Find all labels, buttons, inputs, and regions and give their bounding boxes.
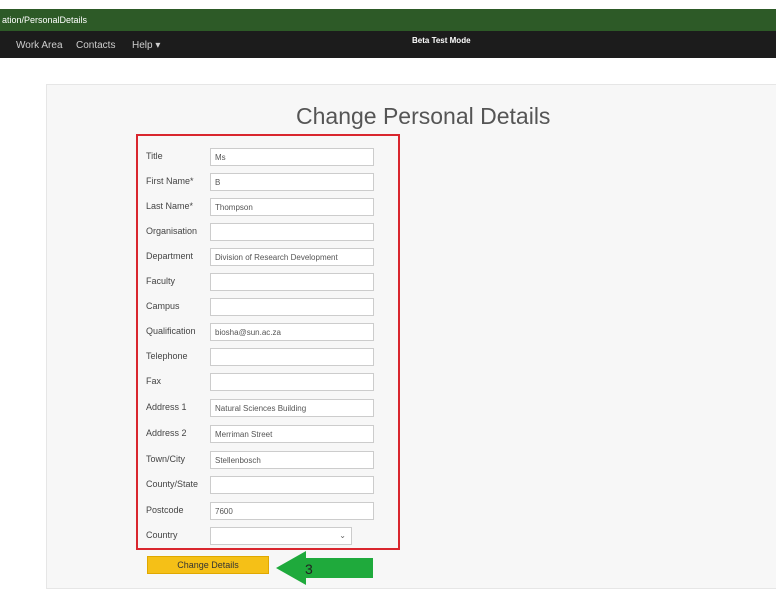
form-row-postcode: Postcode bbox=[146, 502, 376, 522]
form-row-campus: Campus bbox=[146, 298, 376, 318]
form-row-fax: Fax bbox=[146, 373, 376, 393]
field-label: Fax bbox=[146, 376, 162, 386]
field-label: County/State bbox=[146, 479, 199, 489]
arrow-left-icon bbox=[276, 551, 373, 585]
field-label: Address 1 bbox=[146, 402, 187, 412]
form-row-qualification: Qualification bbox=[146, 323, 376, 343]
beta-mode-label: Beta Test Mode bbox=[412, 36, 471, 45]
qualification-input[interactable] bbox=[210, 323, 374, 341]
address-1-input[interactable] bbox=[210, 399, 374, 417]
faculty-input[interactable] bbox=[210, 273, 374, 291]
field-label: Title bbox=[146, 151, 163, 161]
field-label: Department bbox=[146, 251, 194, 261]
postcode-input[interactable] bbox=[210, 502, 374, 520]
top-navbar: Work Area Contacts Help ▾ Beta Test Mode bbox=[0, 31, 776, 58]
telephone-input[interactable] bbox=[210, 348, 374, 366]
url-breadcrumb: ation/PersonalDetails bbox=[0, 9, 776, 31]
nav-help[interactable]: Help ▾ bbox=[132, 40, 160, 51]
form-row-country: Country ⌄ bbox=[146, 527, 376, 547]
title-input[interactable] bbox=[210, 148, 374, 166]
form-row-organisation: Organisation bbox=[146, 223, 376, 243]
form-row-department: Department bbox=[146, 248, 376, 268]
county-state-input[interactable] bbox=[210, 476, 374, 494]
form-row-address-1: Address 1 bbox=[146, 399, 376, 419]
fax-input[interactable] bbox=[210, 373, 374, 391]
annotation-arrow bbox=[276, 551, 373, 585]
field-label: Faculty bbox=[146, 276, 176, 286]
field-label: Town/City bbox=[146, 454, 186, 464]
change-details-button[interactable]: Change Details bbox=[147, 556, 269, 574]
first-name-input[interactable] bbox=[210, 173, 374, 191]
chevron-down-icon: ⌄ bbox=[339, 531, 346, 540]
form-row-telephone: Telephone bbox=[146, 348, 376, 368]
form-row-town-city: Town/City bbox=[146, 451, 376, 471]
page-title: Change Personal Details bbox=[296, 103, 551, 129]
country-select[interactable]: ⌄ bbox=[210, 527, 352, 545]
field-label: Organisation bbox=[146, 226, 198, 236]
annotation-step-number: 3 bbox=[305, 561, 313, 577]
form-row-first-name: First Name* bbox=[146, 173, 376, 193]
nav-work-area[interactable]: Work Area bbox=[16, 40, 63, 51]
form-row-last-name: Last Name* bbox=[146, 198, 376, 218]
last-name-input[interactable] bbox=[210, 198, 374, 216]
field-label: Qualification bbox=[146, 326, 196, 336]
field-label: Last Name* bbox=[146, 201, 194, 211]
field-label: Telephone bbox=[146, 351, 188, 361]
department-input[interactable] bbox=[210, 248, 374, 266]
organisation-input[interactable] bbox=[210, 223, 374, 241]
town-city-input[interactable] bbox=[210, 451, 374, 469]
address-2-input[interactable] bbox=[210, 425, 374, 443]
field-label: First Name* bbox=[146, 176, 194, 186]
field-label: Address 2 bbox=[146, 428, 187, 438]
form-row-county-state: County/State bbox=[146, 476, 376, 496]
field-label: Postcode bbox=[146, 505, 184, 515]
form-row-address-2: Address 2 bbox=[146, 425, 376, 445]
form-row-faculty: Faculty bbox=[146, 273, 376, 293]
field-label: Country bbox=[146, 530, 178, 540]
campus-input[interactable] bbox=[210, 298, 374, 316]
field-label: Campus bbox=[146, 301, 180, 311]
form-row-title: Title bbox=[146, 148, 376, 168]
nav-contacts[interactable]: Contacts bbox=[76, 40, 115, 51]
